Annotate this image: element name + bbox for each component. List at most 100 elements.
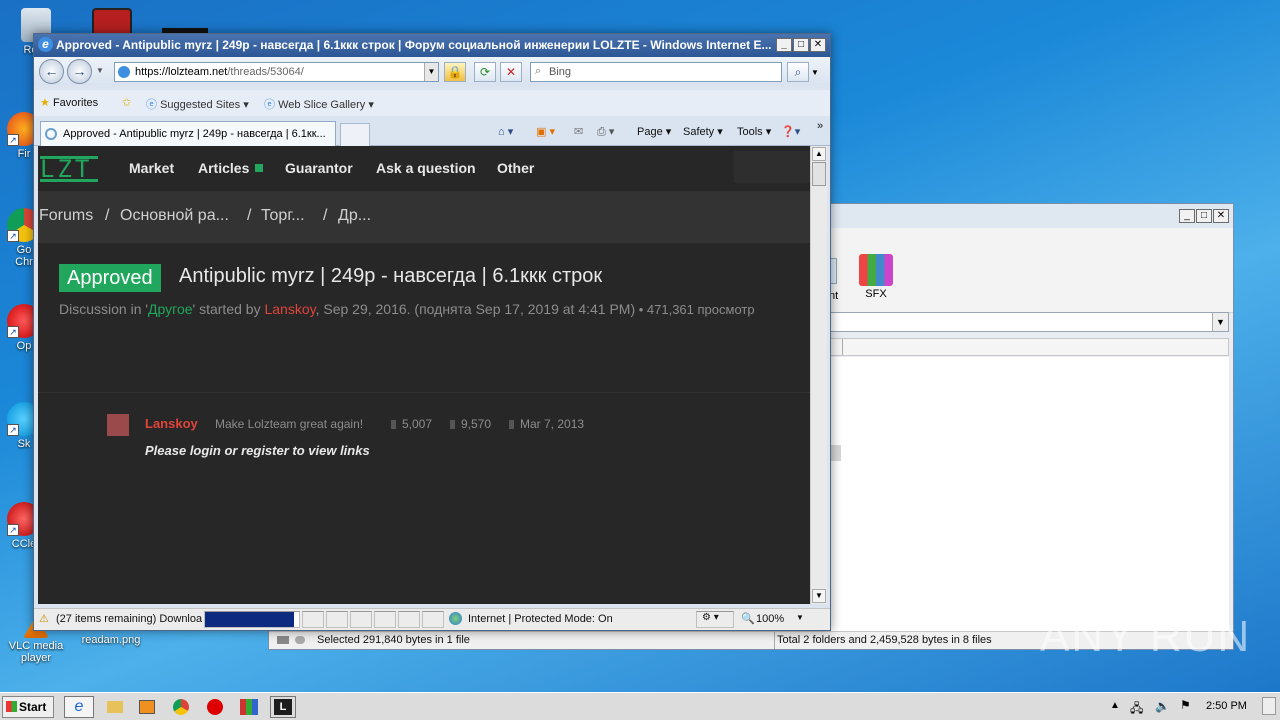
start-button[interactable]: Start — [2, 696, 54, 718]
site-logo[interactable]: LZT — [40, 155, 98, 183]
messages-count: 5,007 — [391, 417, 432, 431]
desktop-icon-label: VLC media player — [8, 640, 64, 664]
taskbar-ie[interactable]: e — [64, 696, 94, 718]
back-button[interactable]: ← — [39, 59, 64, 84]
clock[interactable]: 2:50 PM — [1206, 700, 1247, 712]
windows-logo-icon — [6, 701, 17, 712]
status-pane — [326, 611, 348, 628]
chrome-icon — [173, 699, 189, 715]
taskbar-media-player[interactable] — [134, 696, 160, 718]
nav-market[interactable]: Market — [129, 160, 174, 176]
globe-icon — [449, 612, 462, 625]
column-divider[interactable] — [842, 339, 843, 355]
search-icon: ⌕ — [535, 65, 542, 77]
toolbar-item-partial[interactable]: nt — [829, 256, 849, 304]
watermark: ANY RUN — [1040, 612, 1252, 661]
avatar[interactable] — [107, 414, 129, 436]
scroll-down-button[interactable]: ▼ — [812, 589, 826, 603]
nav-other[interactable]: Other — [497, 160, 534, 176]
address-bar[interactable]: https://lolzteam.net/threads/53064/ ▼ — [114, 62, 439, 82]
protected-mode-icon[interactable]: ⚙ ▾ — [702, 612, 719, 623]
toolbar-sfx-button[interactable]: SFX — [855, 254, 897, 304]
volume-icon[interactable]: 🔈 — [1155, 699, 1170, 713]
taskbar-app-l[interactable]: L — [270, 696, 296, 718]
tab-active[interactable]: Approved - Antipublic myrz | 249р - навс… — [40, 121, 336, 147]
sfx-icon — [859, 254, 893, 286]
post-body: Please login or register to view links — [145, 443, 370, 458]
breadcrumb-main-section[interactable]: Основной ра... — [120, 207, 229, 225]
file-list[interactable] — [829, 357, 1229, 637]
more-commands-icon[interactable]: » — [817, 120, 823, 132]
search-options-icon[interactable]: ▼ — [811, 68, 819, 77]
help-button[interactable]: ❓▾ — [781, 125, 800, 138]
forward-button[interactable]: → — [67, 59, 92, 84]
zoom-dropdown-icon[interactable]: ▼ — [796, 613, 804, 622]
stop-button[interactable]: ✕ — [500, 62, 522, 82]
minimize-button[interactable]: _ — [776, 38, 792, 52]
add-favorite-icon[interactable]: ✩ — [122, 96, 131, 109]
taskbar-chrome[interactable] — [168, 696, 194, 718]
web-page[interactable]: LZT Market Articles Guarantor Ask a ques… — [38, 146, 810, 604]
suggested-sites-link[interactable]: ⓔ Suggested Sites ▾ — [146, 96, 249, 112]
desktop-icon-readme[interactable]: readam.png — [78, 634, 144, 646]
post: Lanskoy Make Lolzteam great again! 5,007… — [38, 394, 810, 604]
web-slice-gallery-link[interactable]: ⓔ Web Slice Gallery ▾ — [264, 96, 374, 112]
safety-menu[interactable]: Safety ▾ — [683, 125, 723, 138]
security-lock-button[interactable]: 🔒 — [444, 62, 466, 82]
page-menu[interactable]: Page ▾ — [637, 125, 671, 138]
warning-icon: ⚠ — [39, 613, 49, 625]
new-tab-button[interactable] — [340, 123, 370, 147]
close-button[interactable]: ✕ — [810, 38, 826, 52]
taskbar-opera[interactable] — [202, 696, 228, 718]
home-button[interactable]: ⌂ ▾ — [498, 125, 513, 138]
address-dropdown-icon[interactable]: ▼ — [424, 63, 438, 81]
breadcrumb-other[interactable]: Др... — [338, 207, 371, 225]
scroll-up-button[interactable]: ▲ — [812, 147, 826, 161]
address-url: https://lolzteam.net/threads/53064/ — [135, 66, 304, 78]
post-username[interactable]: Lanskoy — [145, 416, 198, 431]
tab-strip: Approved - Antipublic myrz | 249р - навс… — [34, 118, 830, 147]
search-button[interactable]: ⌕ — [787, 62, 809, 82]
header-search[interactable] — [734, 151, 810, 183]
ie-titlebar[interactable]: e Approved - Antipublic myrz | 249р - на… — [34, 34, 830, 57]
nav-articles[interactable]: Articles — [198, 160, 264, 176]
vertical-scrollbar[interactable]: ▲ ▼ — [810, 146, 827, 604]
action-center-flag-icon[interactable]: ⚑ — [1180, 698, 1191, 712]
search-input[interactable]: ⌕ Bing — [530, 62, 782, 82]
favorites-button[interactable]: ★ Favorites — [40, 96, 98, 109]
mail-button[interactable]: ✉ — [574, 125, 583, 138]
zoom-level[interactable]: 100% — [756, 613, 784, 625]
path-combo[interactable]: ▼ — [829, 312, 1229, 332]
maximize-button[interactable]: □ — [1196, 209, 1212, 223]
breadcrumb-trade[interactable]: Торг... — [261, 207, 305, 225]
breadcrumb-separator: / — [247, 207, 252, 224]
author-link[interactable]: Lanskoy — [264, 301, 315, 317]
forum-link[interactable]: Другое — [148, 301, 192, 317]
print-button[interactable]: ⎙ ▾ — [597, 125, 614, 139]
tools-menu[interactable]: Tools ▾ — [737, 125, 771, 138]
file-list-header[interactable] — [829, 338, 1229, 356]
minimize-button[interactable]: _ — [1179, 209, 1195, 223]
show-desktop-button[interactable] — [1262, 697, 1276, 715]
network-icon[interactable]: 🖧 — [1130, 699, 1143, 720]
close-button[interactable]: ✕ — [1213, 209, 1229, 223]
chevron-down-icon[interactable]: ▼ — [1212, 313, 1228, 331]
breadcrumb-forums[interactable]: Forums — [39, 207, 93, 225]
feeds-button[interactable]: ▣ ▾ — [536, 125, 555, 138]
zone-text[interactable]: Internet | Protected Mode: On — [468, 613, 613, 625]
breadcrumb-separator: / — [105, 207, 110, 224]
thread-title: Antipublic myrz | 249р - навсегда | 6.1к… — [179, 265, 603, 287]
taskbar-explorer[interactable] — [102, 696, 128, 718]
scroll-thumb[interactable] — [812, 162, 826, 186]
key-icon — [295, 636, 305, 644]
refresh-button[interactable]: ⟳ — [474, 62, 496, 82]
nav-ask-question[interactable]: Ask a question — [376, 160, 476, 176]
thread-meta: Discussion in 'Другое' started by Lansko… — [59, 301, 755, 317]
maximize-button[interactable]: □ — [793, 38, 809, 52]
show-hidden-icons[interactable]: ▲ — [1110, 700, 1120, 711]
nav-guarantor[interactable]: Guarantor — [285, 160, 353, 176]
calendar-icon — [509, 420, 514, 429]
taskbar-winrar[interactable] — [236, 696, 262, 718]
history-dropdown-icon[interactable]: ▼ — [96, 66, 104, 75]
ie-window[interactable]: e Approved - Antipublic myrz | 249р - на… — [33, 33, 831, 631]
